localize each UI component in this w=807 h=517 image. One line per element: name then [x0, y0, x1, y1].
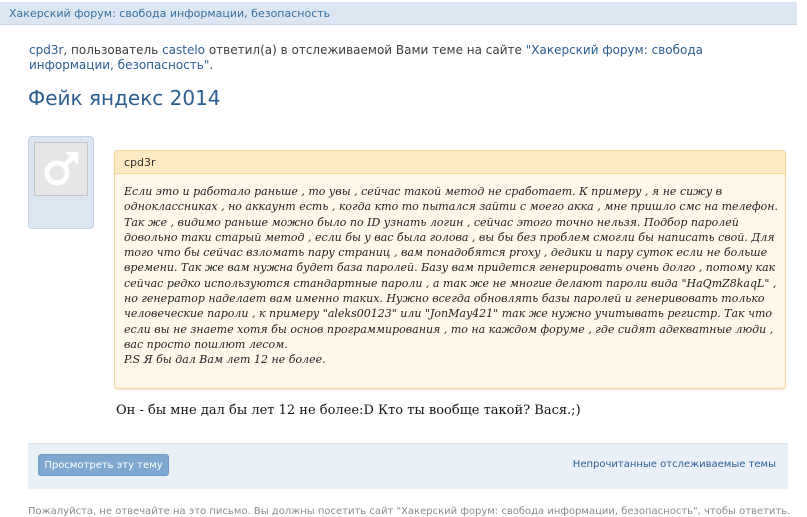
quote-block: cpd3r Если это и работало раньше , то ув…: [114, 150, 786, 389]
unread-watched-threads-link[interactable]: Непрочитанные отслеживаемые темы: [573, 459, 776, 470]
action-bar: Просмотреть эту тему Непрочитанные отсле…: [28, 443, 788, 489]
quote-body: Если это и работало раньше , то увы , се…: [124, 184, 779, 368]
notice-text-2: ответил(а) в отслеживаемой Вами теме на …: [205, 43, 526, 57]
site-title[interactable]: Хакерский форум: свобода информации, без…: [9, 7, 330, 20]
thread-title[interactable]: Фейк яндекс 2014: [28, 86, 221, 110]
quote-author[interactable]: cpd3r: [124, 156, 156, 169]
site-header: Хакерский форум: свобода информации, без…: [0, 2, 797, 25]
disclaimer-text: Пожалуйста, не отвечайте на это письмо. …: [28, 506, 791, 517]
avatar-image: [34, 142, 88, 196]
quote-ps: P.S Я бы дал Вам лет 12 не более.: [124, 353, 326, 367]
quote-header: cpd3r: [115, 151, 785, 174]
view-thread-button[interactable]: Просмотреть эту тему: [38, 454, 169, 476]
notice-text-3: .: [209, 58, 214, 72]
notice-text-1: , пользователь: [63, 43, 163, 57]
actor-username[interactable]: cpd3r: [29, 43, 63, 57]
notification-text: cpd3r, пользователь castelo ответил(а) в…: [29, 43, 769, 73]
avatar[interactable]: [28, 136, 94, 229]
reply-text: Он - бы мне дал бы лет 12 не более:D Кто…: [116, 403, 581, 418]
male-symbol-icon: [44, 152, 78, 186]
quote-text: Если это и работало раньше , то увы , се…: [124, 185, 779, 351]
reply-author-username[interactable]: castelo: [162, 43, 205, 57]
